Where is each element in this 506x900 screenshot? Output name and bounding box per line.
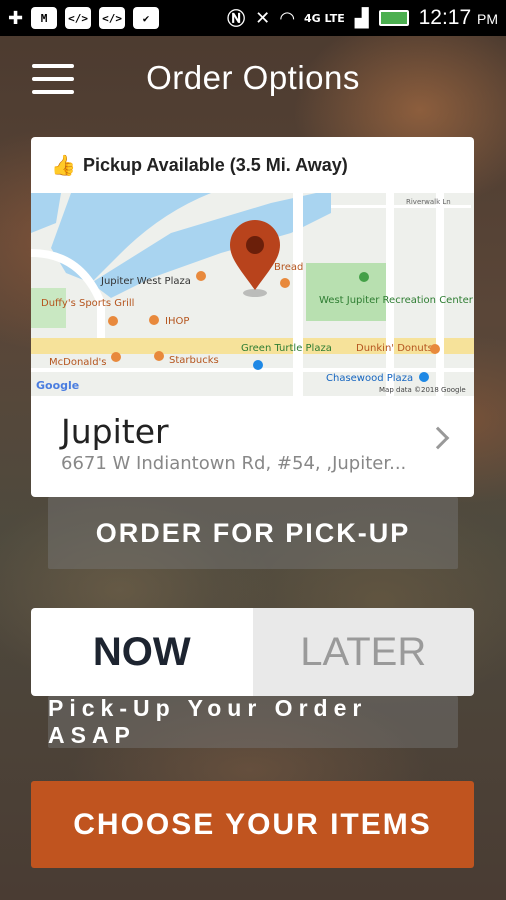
map-label-duffys: Duffy's Sports Grill [41, 298, 134, 309]
add-icon: ✚ [8, 7, 24, 29]
code-icon: </> [65, 7, 92, 29]
clock: 12:17 PM [419, 6, 498, 30]
network-type: 4G LTE [304, 11, 345, 25]
clock-time: 12:17 [418, 6, 472, 29]
map-label-google: Google [36, 379, 79, 392]
map-label-riverwalk: Riverwalk Ln [406, 198, 451, 206]
signal-icon: ▟ [354, 7, 369, 29]
status-bar: ✚ M </> </> ✔ Ⓝ ✕ ◠ 4G LTE ▟ 12:17 PM [0, 0, 506, 36]
map-label-mcdonalds: McDonald's [49, 357, 107, 368]
menu-icon[interactable] [32, 64, 74, 94]
location-card[interactable]: 👍 Pickup Available (3.5 Mi. Away) Riverw… [31, 137, 474, 497]
pickup-availability-text: Pickup Available (3.5 Mi. Away) [83, 154, 348, 175]
nfc-icon: Ⓝ [227, 9, 246, 30]
map-label-chasewood: Chasewood Plaza [326, 373, 413, 384]
clock-ampm: PM [477, 11, 498, 27]
poi-marker-icon [154, 351, 164, 361]
pickup-availability: 👍 Pickup Available (3.5 Mi. Away) [31, 137, 474, 193]
order-for-pickup-button[interactable]: ORDER FOR PICK-UP [48, 497, 458, 569]
time-toggle: NOW LATER [31, 608, 474, 696]
later-option[interactable]: LATER [252, 608, 474, 696]
map-label-dunkin: Dunkin' Donuts [356, 343, 433, 354]
gmail-icon: M [31, 7, 58, 29]
app-header: Order Options [0, 36, 506, 120]
map-label-ihop: IHOP [165, 316, 189, 327]
map-graphic: Riverwalk Ln Jupiter West Plaza Duffy's … [31, 193, 474, 396]
poi-marker-icon [280, 278, 290, 288]
bluetooth-mute-icon: ✕ [255, 7, 271, 29]
location-name: Jupiter [61, 412, 169, 451]
asap-message: Pick-Up Your Order ASAP [48, 695, 458, 748]
chat-bubble-icon: ✔ [133, 7, 160, 29]
page-title: Order Options [146, 59, 360, 96]
poi-marker-icon [111, 352, 121, 362]
map-label-west-jupiter-rec: West Jupiter Recreation Center [319, 295, 474, 306]
battery-icon [378, 10, 409, 26]
map-label-starbucks: Starbucks [169, 355, 219, 366]
location-map[interactable]: Riverwalk Ln Jupiter West Plaza Duffy's … [31, 193, 474, 396]
notification-icons: ✚ M </> </> ✔ [8, 7, 160, 29]
poi-marker-icon [430, 344, 440, 354]
thumbs-up-icon: 👍 [51, 153, 76, 177]
location-details[interactable]: Jupiter 6671 W Indiantown Rd, #54, ,Jupi… [31, 396, 474, 497]
poi-marker-icon [108, 316, 118, 326]
map-label-data: Map data ©2018 Google [379, 386, 466, 394]
poi-marker-icon [253, 360, 263, 370]
poi-marker-icon [196, 271, 206, 281]
wifi-icon: ◠ [280, 7, 295, 29]
poi-marker-icon [419, 372, 429, 382]
choose-items-button[interactable]: CHOOSE YOUR ITEMS [31, 781, 474, 868]
poi-marker-icon [359, 272, 369, 282]
map-label-bread: Bread [274, 262, 303, 273]
now-option[interactable]: NOW [31, 608, 253, 696]
code-icon-2: </> [99, 7, 126, 29]
map-label-green-turtle: Green Turtle Plaza [241, 343, 332, 354]
map-label-jupiter-west-plaza: Jupiter West Plaza [100, 276, 191, 287]
location-address: 6671 W Indiantown Rd, #54, ,Jupiter... [61, 453, 407, 474]
poi-marker-icon [149, 315, 159, 325]
